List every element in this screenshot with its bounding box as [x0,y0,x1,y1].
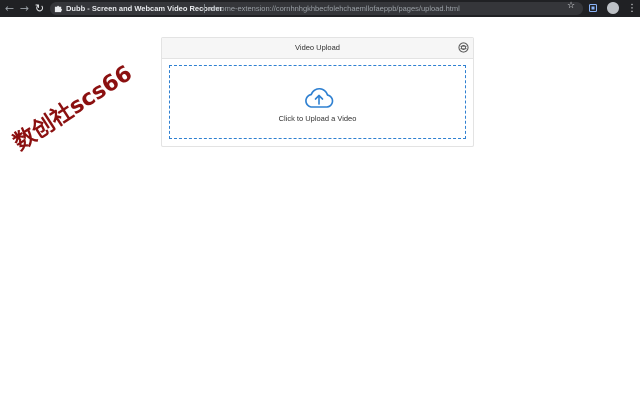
upload-dropzone[interactable]: Click to Upload a Video [169,65,466,139]
support-icon[interactable] [458,42,469,53]
address-bar[interactable]: Dubb - Screen and Webcam Video Recorder … [50,2,583,15]
url-text[interactable]: chrome-extension://cornhnhgkhbecfolehcha… [210,2,460,15]
watermark-text: 数创社scs66 [9,61,137,156]
page-title: Dubb - Screen and Webcam Video Recorder [66,4,223,13]
avatar[interactable] [607,2,619,14]
extension-icon[interactable] [589,4,597,12]
browser-toolbar: ← → ↻ Dubb - Screen and Webcam Video Rec… [0,0,640,17]
card-title: Video Upload [295,43,340,52]
back-arrow-icon[interactable]: ← [3,2,16,15]
cloud-upload-icon [305,88,334,108]
bookmark-star-icon[interactable]: ☆ [567,0,575,13]
more-vert-icon[interactable]: ⋮ [627,0,637,17]
reload-icon[interactable]: ↻ [33,2,46,15]
upload-label: Click to Upload a Video [278,114,357,123]
video-upload-card: Video Upload Click to Upload a Video [161,37,474,147]
card-header: Video Upload [162,38,473,59]
address-separator [204,4,205,13]
extension-puzzle-icon [54,5,63,13]
forward-arrow-icon[interactable]: → [18,2,31,15]
